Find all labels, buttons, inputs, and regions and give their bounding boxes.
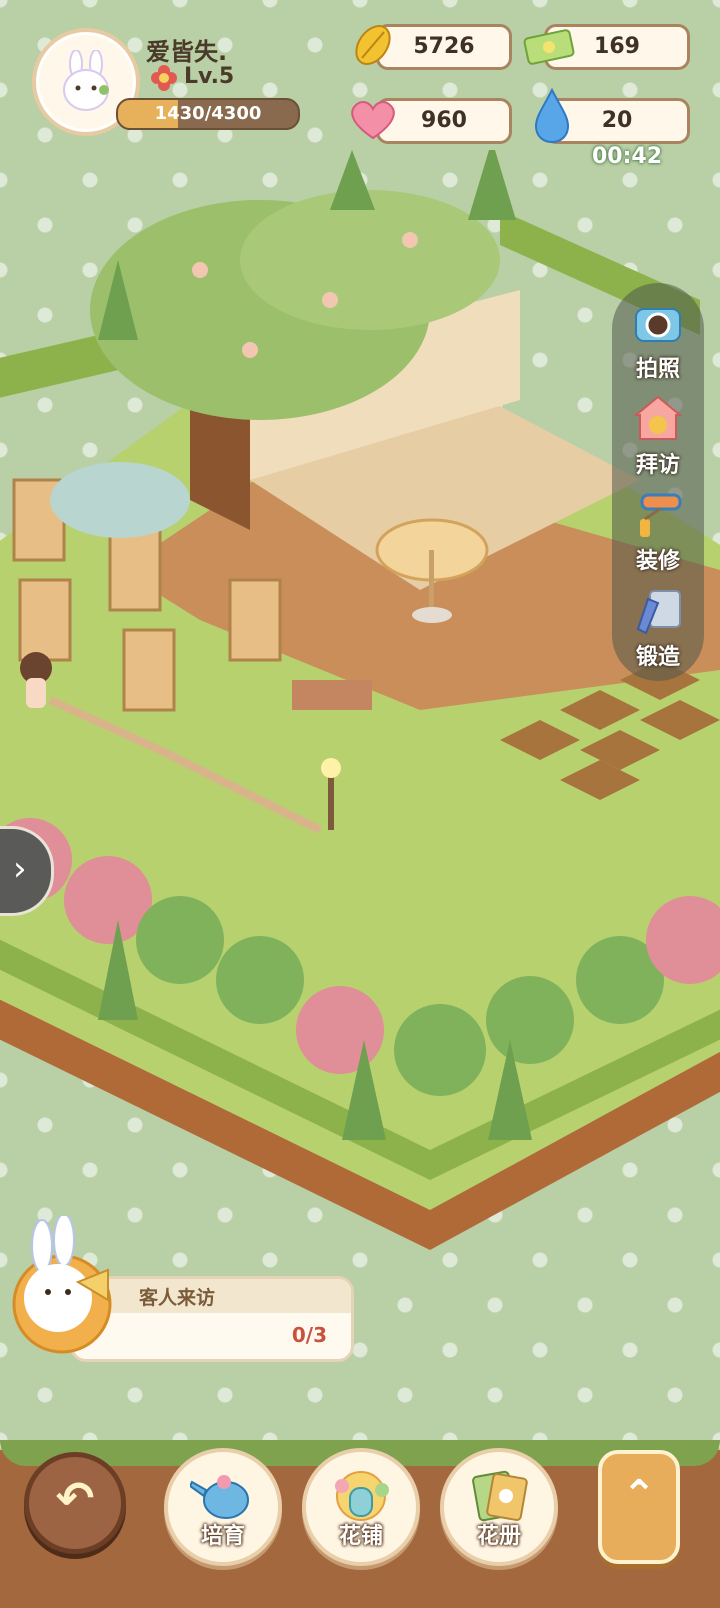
menu-label: 锻造: [635, 645, 680, 670]
player-name: 爱皆失.: [146, 38, 228, 66]
flower-album-icon: [472, 1470, 528, 1522]
garden-pond: [50, 462, 190, 538]
trellis: [18, 578, 72, 662]
heart-icon: [351, 101, 395, 140]
expand-menu-button[interactable]: ⌃: [598, 1450, 680, 1564]
ticket-icon: [523, 29, 575, 65]
menu-item-photo[interactable]: 拍照: [612, 291, 704, 387]
trellis: [108, 528, 162, 612]
leaf-value: 5726: [413, 34, 475, 59]
guest-visit-task[interactable]: 客人来访 0/3: [70, 1276, 354, 1362]
chevron-up-icon: ⌃: [622, 1472, 656, 1518]
xp-text: 1430/4300: [154, 103, 262, 124]
lamp-post: [328, 770, 334, 830]
task-title: 客人来访: [139, 1287, 216, 1309]
bunny-avatar-icon: [63, 50, 109, 111]
chevron-right-icon: ›: [13, 849, 27, 889]
menu-item-decorate[interactable]: 装修: [612, 483, 704, 579]
trellis: [122, 628, 176, 712]
cypress-tree: [330, 150, 375, 210]
camera-icon: [635, 308, 681, 342]
nurture-label: 培育: [200, 1524, 245, 1549]
forge-pencil-icon: [636, 590, 681, 635]
menu-item-visit[interactable]: 拜访: [612, 387, 704, 483]
watering-can-icon: [190, 1475, 249, 1519]
golden-leaf-icon: [355, 25, 391, 65]
cypress-tree: [468, 150, 516, 220]
paint-roller-icon: [640, 493, 682, 537]
flower-shop-icon: [335, 1471, 389, 1521]
side-menu: 拍照 拜访 装修 锻造: [612, 283, 704, 681]
flower-album-button[interactable]: 花册: [440, 1448, 558, 1566]
visit-house-icon: [633, 395, 683, 440]
flower-shop-label: 花铺: [338, 1524, 383, 1549]
leaf-counter[interactable]: 5726: [376, 24, 512, 70]
flower-shop-button[interactable]: 花铺: [302, 1448, 420, 1566]
garden-bench: [292, 680, 372, 710]
menu-label: 装修: [635, 549, 680, 574]
xp-bar: 1430/4300: [116, 98, 300, 130]
flower-album-label: 花册: [476, 1524, 521, 1549]
bunny-megaphone-icon[interactable]: [12, 1216, 112, 1356]
level-flower-icon: [151, 65, 177, 91]
nurture-button[interactable]: 培育: [164, 1448, 282, 1566]
back-arrow-icon: ↶: [55, 1471, 95, 1525]
menu-label: 拍照: [635, 357, 680, 382]
player-level: Lv.5: [184, 64, 235, 89]
water-refill-timer: 00:42: [592, 144, 663, 169]
water-drop-icon: [534, 88, 570, 144]
trellis: [228, 578, 282, 662]
menu-label: 拜访: [635, 453, 680, 478]
back-button[interactable]: ↶: [24, 1452, 126, 1554]
menu-item-forge[interactable]: 锻造: [612, 579, 704, 675]
task-progress: 0/3: [291, 1323, 327, 1347]
